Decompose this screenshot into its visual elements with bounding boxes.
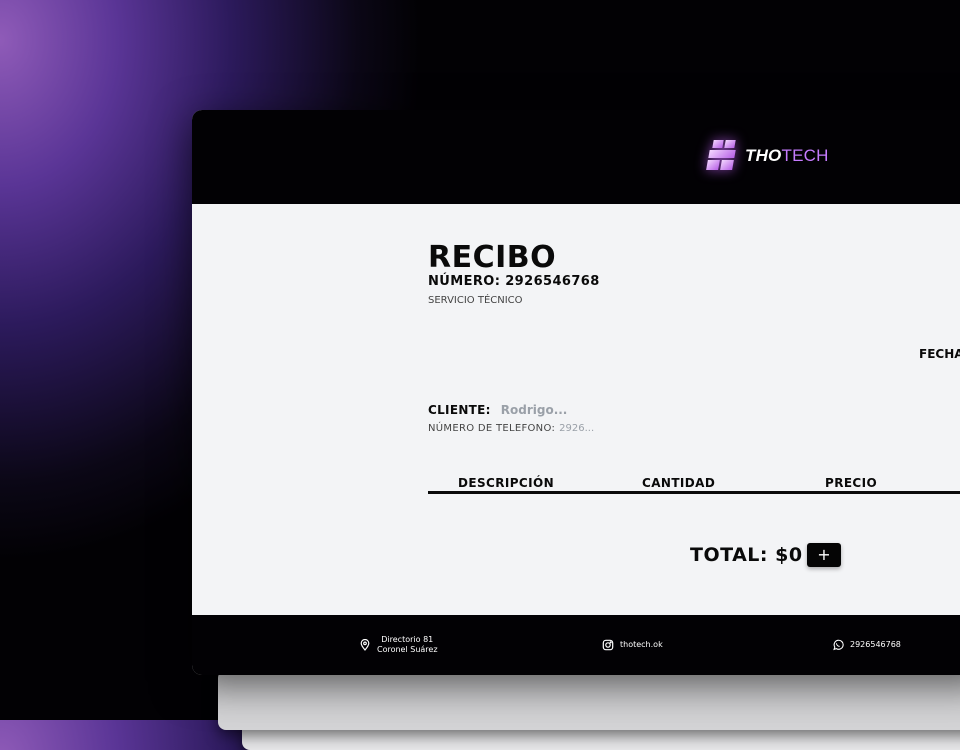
footer-instagram[interactable]: thotech.ok (602, 615, 663, 675)
client-row: CLIENTE: (428, 403, 621, 417)
receipt-header: THOTECH (192, 110, 960, 204)
whatsapp-icon (833, 639, 844, 651)
address-text: Directorio 81 Coronel Suárez (377, 635, 438, 655)
brand-wordmark: THOTECH (745, 146, 829, 166)
receipt-title: RECIBO (428, 240, 557, 275)
instagram-icon (602, 639, 614, 651)
instagram-handle: thotech.ok (620, 640, 663, 649)
client-name-input[interactable] (500, 403, 621, 417)
items-table-header: DESCRIPCIÓN CANTIDAD PRECIO (428, 476, 960, 492)
brand-name-part1: THO (745, 146, 782, 165)
column-quantity: CANTIDAD (642, 476, 716, 490)
phone-input[interactable] (559, 423, 650, 434)
phone-label: NÚMERO DE TELEFONO: (428, 423, 556, 434)
client-label: CLIENTE: (428, 403, 491, 417)
service-label: SERVICIO TÉCNICO (428, 295, 523, 306)
background-sheet-1 (218, 670, 960, 730)
add-item-button[interactable]: + (807, 543, 841, 567)
column-price: PRECIO (825, 476, 878, 490)
date-label: FECHA (919, 347, 960, 361)
logo-mark-icon (706, 140, 737, 172)
total-amount: TOTAL: $0 (690, 544, 803, 566)
receipt-card: THOTECH RECIBO NÚMERO: 2926546768 SERVIC… (192, 110, 960, 675)
receipt-footer: Directorio 81 Coronel Suárez thotech.ok … (192, 615, 960, 675)
whatsapp-number: 2926546768 (850, 640, 901, 649)
phone-row: NÚMERO DE TELEFONO: (428, 423, 650, 434)
receipt-number: NÚMERO: 2926546768 (428, 274, 600, 289)
brand-logo: THOTECH (706, 140, 829, 172)
column-description: DESCRIPCIÓN (458, 476, 555, 490)
table-divider (428, 491, 960, 494)
footer-whatsapp[interactable]: 2926546768 (832, 615, 901, 675)
address-line-1: Directorio 81 (381, 635, 434, 644)
brand-name-part2: TECH (781, 146, 829, 165)
address-line-2: Coronel Suárez (377, 645, 438, 654)
footer-address: Directorio 81 Coronel Suárez (359, 615, 438, 675)
location-icon (360, 639, 370, 651)
